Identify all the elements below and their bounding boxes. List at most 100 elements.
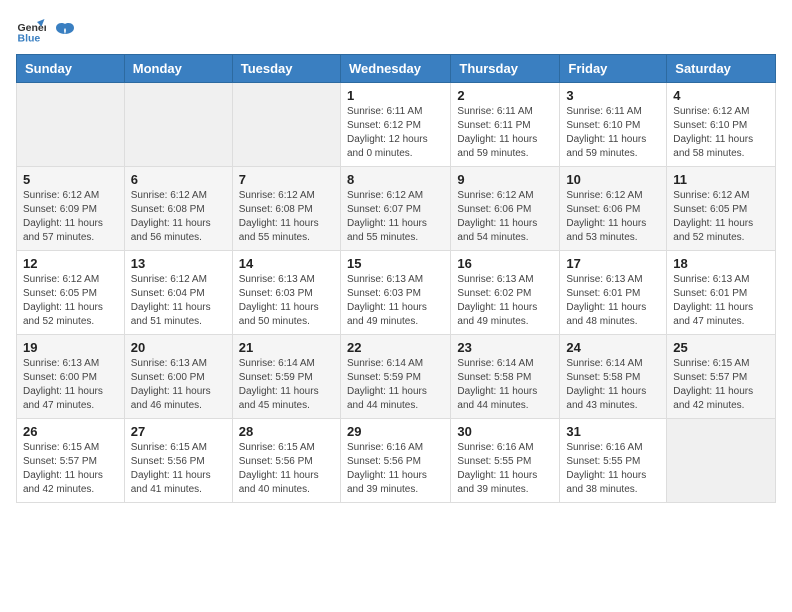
day-info: Sunrise: 6:13 AM Sunset: 6:00 PM Dayligh…: [131, 357, 226, 413]
weekday-header-saturday: Saturday: [667, 55, 776, 83]
calendar-cell: 25 Sunrise: 6:15 AM Sunset: 5:57 PM Dayli…: [667, 335, 776, 419]
calendar-cell: 11Sunrise: 6:12 AM Sunset: 6:05 PM Dayli…: [667, 167, 776, 251]
day-info: Sunrise: 6:13 AM Sunset: 6:02 PM Dayligh…: [457, 273, 553, 329]
calendar-cell: 24Sunrise: 6:14 AM Sunset: 5:58 PM Dayli…: [560, 335, 667, 419]
calendar-cell: 6 Sunrise: 6:12 AM Sunset: 6:08 PM Daylig…: [124, 167, 232, 251]
day-number: 3: [566, 88, 660, 103]
day-number: 20: [131, 340, 226, 355]
calendar-table: SundayMondayTuesdayWednesdayThursdayFrid…: [16, 54, 776, 503]
weekday-header-friday: Friday: [560, 55, 667, 83]
svg-text:Blue: Blue: [18, 33, 41, 45]
day-number: 29: [347, 424, 444, 439]
calendar-cell: 29 Sunrise: 6:16 AM Sunset: 5:56 PM Dayli…: [340, 419, 450, 503]
day-number: 16: [457, 256, 553, 271]
calendar-cell: 9 Sunrise: 6:12 AM Sunset: 6:06 PM Daylig…: [451, 167, 560, 251]
day-info: Sunrise: 6:11 AM Sunset: 6:12 PM Dayligh…: [347, 105, 444, 161]
day-number: 26: [23, 424, 118, 439]
calendar-cell: 15 Sunrise: 6:13 AM Sunset: 6:03 PM Dayli…: [340, 251, 450, 335]
calendar-cell: 16 Sunrise: 6:13 AM Sunset: 6:02 PM Dayli…: [451, 251, 560, 335]
day-number: 9: [457, 172, 553, 187]
calendar-cell: 31Sunrise: 6:16 AM Sunset: 5:55 PM Dayli…: [560, 419, 667, 503]
weekday-header-wednesday: Wednesday: [340, 55, 450, 83]
calendar-cell: 14Sunrise: 6:13 AM Sunset: 6:03 PM Dayli…: [232, 251, 340, 335]
day-number: 22: [347, 340, 444, 355]
day-info: Sunrise: 6:13 AM Sunset: 6:00 PM Dayligh…: [23, 357, 118, 413]
day-number: 11: [673, 172, 769, 187]
logo: General Blue: [16, 16, 76, 46]
calendar-cell: 30 Sunrise: 6:16 AM Sunset: 5:55 PM Dayli…: [451, 419, 560, 503]
weekday-header-row: SundayMondayTuesdayWednesdayThursdayFrid…: [17, 55, 776, 83]
calendar-cell: 18Sunrise: 6:13 AM Sunset: 6:01 PM Dayli…: [667, 251, 776, 335]
day-number: 15: [347, 256, 444, 271]
day-info: Sunrise: 6:13 AM Sunset: 6:03 PM Dayligh…: [347, 273, 444, 329]
calendar-week-row: 1 Sunrise: 6:11 AM Sunset: 6:12 PM Daylig…: [17, 83, 776, 167]
day-info: Sunrise: 6:15 AM Sunset: 5:56 PM Dayligh…: [131, 441, 226, 497]
day-info: Sunrise: 6:14 AM Sunset: 5:58 PM Dayligh…: [457, 357, 553, 413]
calendar-cell: 5 Sunrise: 6:12 AM Sunset: 6:09 PM Daylig…: [17, 167, 125, 251]
calendar-cell: 8Sunrise: 6:12 AM Sunset: 6:07 PM Daylig…: [340, 167, 450, 251]
day-number: 27: [131, 424, 226, 439]
calendar-week-row: 5 Sunrise: 6:12 AM Sunset: 6:09 PM Daylig…: [17, 167, 776, 251]
day-info: Sunrise: 6:15 AM Sunset: 5:57 PM Dayligh…: [673, 357, 769, 413]
calendar-cell: 10 Sunrise: 6:12 AM Sunset: 6:06 PM Dayli…: [560, 167, 667, 251]
day-number: 4: [673, 88, 769, 103]
day-info: Sunrise: 6:12 AM Sunset: 6:10 PM Dayligh…: [673, 105, 769, 161]
day-info: Sunrise: 6:14 AM Sunset: 5:58 PM Dayligh…: [566, 357, 660, 413]
day-info: Sunrise: 6:12 AM Sunset: 6:09 PM Dayligh…: [23, 189, 118, 245]
day-info: Sunrise: 6:12 AM Sunset: 6:06 PM Dayligh…: [566, 189, 660, 245]
day-number: 19: [23, 340, 118, 355]
day-number: 18: [673, 256, 769, 271]
day-number: 28: [239, 424, 334, 439]
day-info: Sunrise: 6:13 AM Sunset: 6:01 PM Dayligh…: [566, 273, 660, 329]
day-info: Sunrise: 6:14 AM Sunset: 5:59 PM Dayligh…: [347, 357, 444, 413]
calendar-cell: 4 Sunrise: 6:12 AM Sunset: 6:10 PM Daylig…: [667, 83, 776, 167]
day-info: Sunrise: 6:12 AM Sunset: 6:04 PM Dayligh…: [131, 273, 226, 329]
calendar-cell: 21Sunrise: 6:14 AM Sunset: 5:59 PM Dayli…: [232, 335, 340, 419]
calendar-cell: 17 Sunrise: 6:13 AM Sunset: 6:01 PM Dayli…: [560, 251, 667, 335]
calendar-cell: 3 Sunrise: 6:11 AM Sunset: 6:10 PM Daylig…: [560, 83, 667, 167]
day-number: 10: [566, 172, 660, 187]
day-number: 8: [347, 172, 444, 187]
weekday-header-monday: Monday: [124, 55, 232, 83]
day-info: Sunrise: 6:12 AM Sunset: 6:06 PM Dayligh…: [457, 189, 553, 245]
day-info: Sunrise: 6:13 AM Sunset: 6:03 PM Dayligh…: [239, 273, 334, 329]
calendar-week-row: 26 Sunrise: 6:15 AM Sunset: 5:57 PM Dayli…: [17, 419, 776, 503]
page-header: General Blue: [16, 16, 776, 46]
day-info: Sunrise: 6:12 AM Sunset: 6:08 PM Dayligh…: [131, 189, 226, 245]
day-number: 6: [131, 172, 226, 187]
day-number: 25: [673, 340, 769, 355]
weekday-header-thursday: Thursday: [451, 55, 560, 83]
day-number: 17: [566, 256, 660, 271]
logo-icon: General Blue: [16, 16, 46, 46]
calendar-cell: 28 Sunrise: 6:15 AM Sunset: 5:56 PM Dayli…: [232, 419, 340, 503]
calendar-week-row: 12Sunrise: 6:12 AM Sunset: 6:05 PM Dayli…: [17, 251, 776, 335]
day-number: 23: [457, 340, 553, 355]
weekday-header-sunday: Sunday: [17, 55, 125, 83]
calendar-cell: 2 Sunrise: 6:11 AM Sunset: 6:11 PM Daylig…: [451, 83, 560, 167]
day-number: 1: [347, 88, 444, 103]
calendar-cell: 12Sunrise: 6:12 AM Sunset: 6:05 PM Dayli…: [17, 251, 125, 335]
day-info: Sunrise: 6:12 AM Sunset: 6:08 PM Dayligh…: [239, 189, 334, 245]
calendar-cell: [124, 83, 232, 167]
calendar-cell: 19 Sunrise: 6:13 AM Sunset: 6:00 PM Dayli…: [17, 335, 125, 419]
day-info: Sunrise: 6:12 AM Sunset: 6:05 PM Dayligh…: [23, 273, 118, 329]
calendar-cell: 23 Sunrise: 6:14 AM Sunset: 5:58 PM Dayli…: [451, 335, 560, 419]
day-info: Sunrise: 6:16 AM Sunset: 5:56 PM Dayligh…: [347, 441, 444, 497]
calendar-cell: 1 Sunrise: 6:11 AM Sunset: 6:12 PM Daylig…: [340, 83, 450, 167]
day-number: 2: [457, 88, 553, 103]
day-info: Sunrise: 6:15 AM Sunset: 5:56 PM Dayligh…: [239, 441, 334, 497]
calendar-cell: 27 Sunrise: 6:15 AM Sunset: 5:56 PM Dayli…: [124, 419, 232, 503]
calendar-cell: [667, 419, 776, 503]
day-info: Sunrise: 6:15 AM Sunset: 5:57 PM Dayligh…: [23, 441, 118, 497]
day-number: 13: [131, 256, 226, 271]
logo-bird-icon: [54, 20, 76, 42]
day-info: Sunrise: 6:14 AM Sunset: 5:59 PM Dayligh…: [239, 357, 334, 413]
day-number: 30: [457, 424, 553, 439]
day-info: Sunrise: 6:11 AM Sunset: 6:10 PM Dayligh…: [566, 105, 660, 161]
weekday-header-tuesday: Tuesday: [232, 55, 340, 83]
day-info: Sunrise: 6:11 AM Sunset: 6:11 PM Dayligh…: [457, 105, 553, 161]
calendar-cell: [232, 83, 340, 167]
calendar-cell: 13 Sunrise: 6:12 AM Sunset: 6:04 PM Dayli…: [124, 251, 232, 335]
day-number: 5: [23, 172, 118, 187]
day-info: Sunrise: 6:16 AM Sunset: 5:55 PM Dayligh…: [457, 441, 553, 497]
